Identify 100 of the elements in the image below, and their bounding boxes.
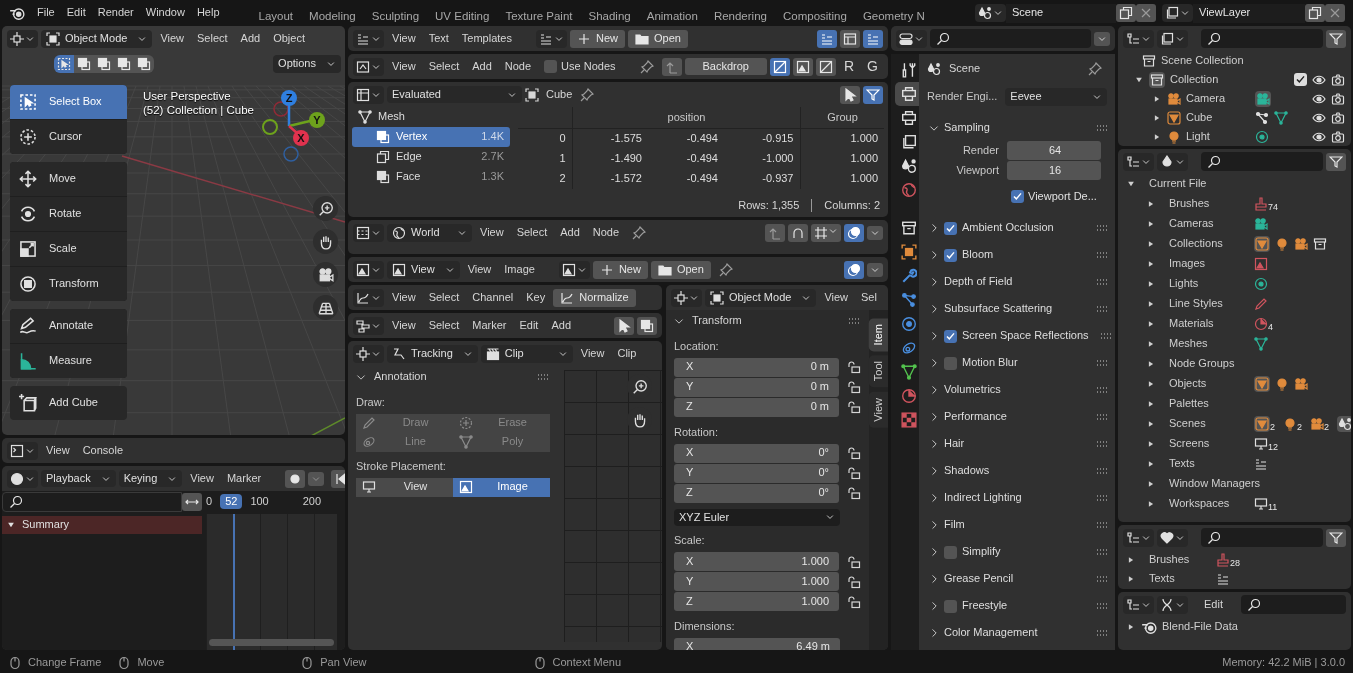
tree-label[interactable]: Texts [1149,572,1211,587]
menu-item[interactable]: Sel [856,289,882,306]
channel-button[interactable]: G [862,56,883,77]
tree-label[interactable]: Line Styles [1169,297,1249,311]
edit-menu[interactable]: Edit [1199,596,1228,613]
menu-item[interactable]: Select [423,317,465,334]
menu-item[interactable]: Key [521,289,551,306]
number-field[interactable]: 16 [1007,161,1101,180]
menu-item[interactable]: Add [555,224,585,241]
tree-label[interactable]: Lights [1169,277,1249,291]
tree-label[interactable]: Collection [1170,72,1219,87]
panel-header[interactable]: Subsurface Scattering [919,295,1115,323]
sidebar-tab[interactable]: View [869,391,888,428]
column-header[interactable]: position [572,107,800,128]
menu-item[interactable]: Select [511,224,553,241]
tool-button[interactable]: Cursor [10,120,127,154]
workspace-tab[interactable]: Animation [638,4,706,26]
number-field[interactable]: Y 1.000 [674,572,839,591]
domain-row[interactable]: Face 1.3K [352,167,510,187]
number-field[interactable]: 64 [1007,141,1101,160]
menu-item[interactable]: Text [423,30,454,47]
menu-item[interactable]: View [387,58,421,75]
render-engine-dropdown[interactable]: Eevee [1005,88,1107,106]
number-field[interactable]: Y 0° [674,463,839,483]
menu-item[interactable]: Console [77,442,128,459]
name-field[interactable]: ViewLayer [1193,3,1305,23]
tool-button[interactable]: Rotate [10,197,127,231]
tree-label[interactable]: Window Managers [1169,477,1261,491]
tree-label[interactable]: Workspaces [1169,497,1249,511]
panel-header[interactable]: Freestyle [919,592,1115,620]
backdrop-button[interactable]: Backdrop [684,57,767,76]
use-nodes-checkbox[interactable]: Use Nodes [539,58,621,75]
menu-item[interactable]: Clip [612,345,642,362]
domain-row[interactable]: Vertex 1.4K [352,127,510,147]
menu-item[interactable]: Edit [514,317,544,334]
number-field[interactable]: X 0° [674,443,839,463]
open-button[interactable]: Open [628,29,688,48]
tree-label[interactable]: Current File [1149,177,1207,191]
tree-label[interactable]: Texts [1169,457,1249,471]
workspace-tab[interactable]: Sculpting [363,4,428,26]
number-field[interactable]: X 1.000 [674,552,839,571]
menu-item[interactable]: Window [140,5,190,21]
panel-header[interactable]: Screen Space Reflections [919,322,1115,350]
number-field[interactable]: Z 0° [674,483,839,503]
panel-header[interactable]: Performance [919,403,1115,431]
column-header[interactable]: Group [800,107,884,128]
menu-item[interactable]: Marker [221,470,267,487]
panel-header[interactable]: Simplify [919,538,1115,566]
tree-label[interactable]: Materials [1169,317,1249,331]
menu-item[interactable]: Select [192,30,233,47]
menu-item[interactable]: Node [587,224,625,241]
menu-item[interactable]: Select [423,58,465,75]
panel-header[interactable]: Film [919,511,1115,539]
new-button[interactable]: New [570,29,625,48]
tool-button[interactable]: Measure [10,344,127,378]
axis-handle[interactable]: Y [309,112,325,128]
menu-item[interactable]: View [387,289,421,306]
checkbox[interactable]: Viewport De... [1005,189,1115,205]
menu-item[interactable]: Help [191,5,225,21]
workspace-tab[interactable]: Shading [580,4,639,26]
panel-header[interactable]: Volumetrics [919,376,1115,404]
panel-header[interactable]: Shadows [919,457,1115,485]
view-dropdown[interactable]: View [387,260,460,279]
tree-label[interactable]: Cube [1186,110,1250,125]
tool-button[interactable]: Move [10,162,127,196]
channel-row[interactable]: Summary [2,516,202,534]
menu-item[interactable]: Channel [467,289,519,306]
tree-label[interactable]: Light [1186,129,1250,144]
panel-header[interactable]: Color Management [919,619,1115,647]
panel-header[interactable]: Ambient Occlusion [919,214,1115,242]
workspace-tab[interactable]: Geometry N [854,4,933,26]
name-field[interactable]: Scene [1006,3,1116,23]
menu-item[interactable]: Node [499,58,537,75]
number-field[interactable]: X 6.49 m [674,637,840,650]
current-frame-badge[interactable]: 52 [220,493,243,510]
menu-item[interactable]: Add [546,317,576,334]
menu-item[interactable]: Templates [456,30,517,47]
menu-item[interactable]: Add [235,30,266,47]
panel-header[interactable]: Motion Blur [919,349,1115,377]
keying-dropdown[interactable]: Keying [118,469,183,488]
workspace-tab[interactable]: Modeling [301,4,364,26]
menu-item[interactable]: Edit [61,5,91,21]
tree-label[interactable]: Palettes [1169,397,1249,411]
panel-header[interactable]: Sampling [919,114,1115,141]
menu-item[interactable]: Add [467,58,497,75]
menu-item[interactable]: View [155,30,190,47]
workspace-tab[interactable]: Compositing [774,4,855,26]
tree-label[interactable]: Brushes [1149,552,1211,567]
menu-item[interactable]: File [32,5,60,21]
playback-dropdown[interactable]: Playback [41,469,116,488]
panel-header[interactable]: Bloom [919,241,1115,269]
tree-label[interactable]: Images [1169,257,1249,271]
menu-item[interactable]: Render [92,5,139,21]
tree-label[interactable]: Scene Collection [1161,53,1244,68]
open-button[interactable]: Open [650,260,711,279]
normalize-button[interactable]: Normalize [553,288,636,307]
tree-label[interactable]: Camera [1186,91,1250,106]
tree-label[interactable]: Meshes [1169,337,1249,351]
number-field[interactable]: Z 1.000 [674,592,839,611]
tree-label[interactable]: Scenes [1169,417,1249,431]
